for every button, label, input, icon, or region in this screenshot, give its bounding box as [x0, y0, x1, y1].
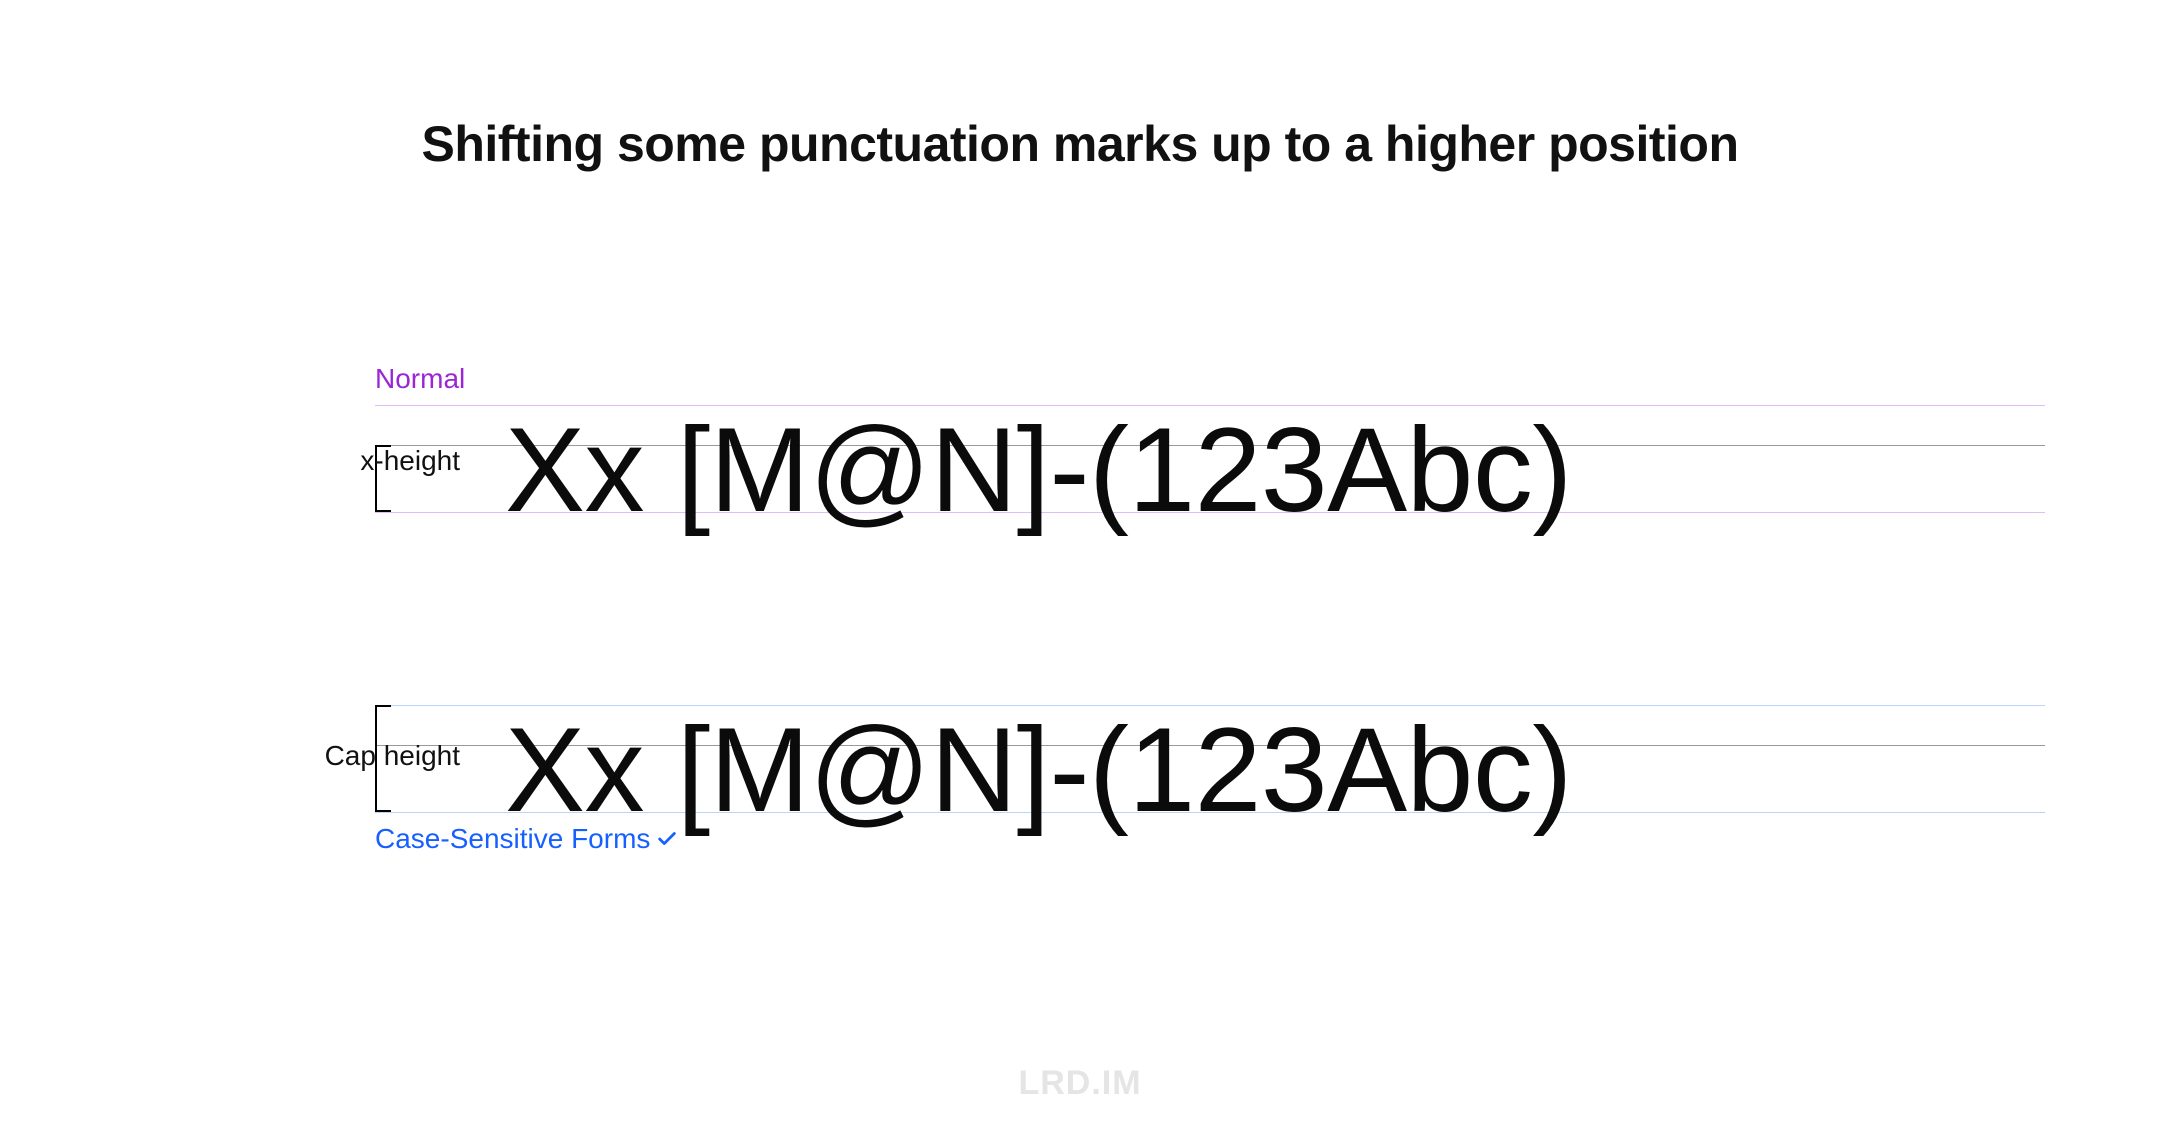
case-sensitive-sample-row: Xx [M@N]-(123Abc) Case-Sensitive Forms [375, 705, 2045, 835]
case-sensitive-label-text: Case-Sensitive Forms [375, 823, 650, 855]
cap-height-label: Cap height [325, 740, 460, 772]
normal-sample-row: Normal Xx [M@N]-(123Abc) [375, 405, 2045, 535]
x-height-label: x-height [360, 445, 460, 477]
sample-text-case: Xx [M@N]-(123Abc) [505, 701, 1572, 839]
page-title: Shifting some punctuation marks up to a … [0, 115, 2160, 173]
watermark: LRD.IM [0, 1064, 2160, 1103]
check-icon [656, 828, 678, 850]
normal-label: Normal [375, 363, 465, 395]
sample-text-normal: Xx [M@N]-(123Abc) [505, 401, 1572, 539]
case-sensitive-label: Case-Sensitive Forms [375, 823, 678, 855]
